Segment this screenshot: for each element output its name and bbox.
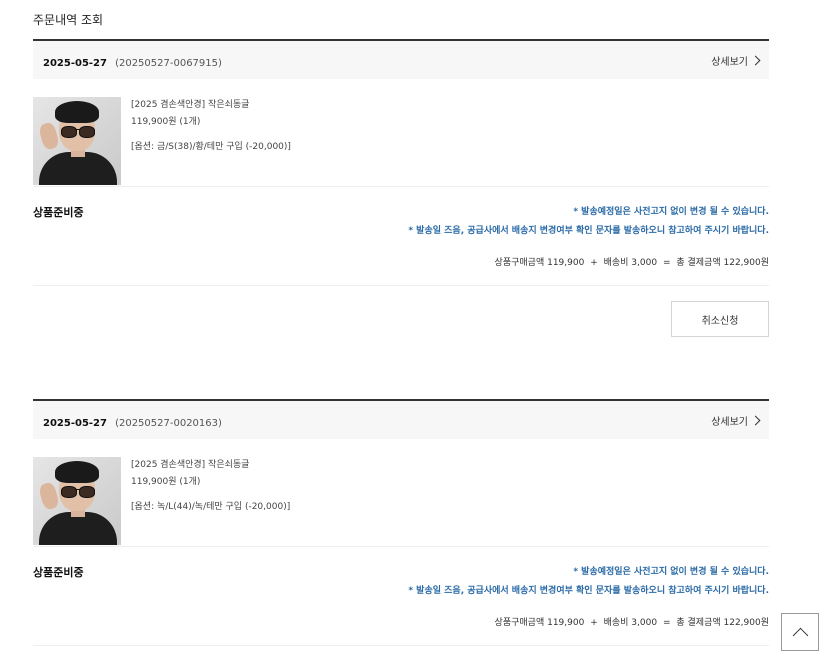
product-option: [옵션: 금/S(38)/황/테만 구입 (-20,000)]: [131, 142, 291, 152]
order-date: 2025-05-27: [43, 57, 107, 69]
payment-summary: 상품구매금액 119,900 + 배송비 3,000 = 총 결제금액 122,…: [492, 255, 769, 268]
product-name[interactable]: [2025 겸손색안경] 작은쇠동글: [131, 97, 291, 114]
product-row: [2025 겸손색안경] 작은쇠동글 119,900원 (1개) [옵션: 녹/…: [33, 439, 769, 547]
cancel-request-button[interactable]: 취소신청: [671, 301, 769, 337]
order-number: (20250527-0020163): [115, 417, 222, 429]
chevron-right-icon: [750, 55, 761, 65]
product-row: [2025 겸손색안경] 작은쇠동글 119,900원 (1개) [옵션: 금/…: [33, 79, 769, 187]
shipping-notice-2: * 발송일 즈음, 공급사에서 배송지 변경여부 확인 문자를 발송하오니 참고…: [408, 226, 769, 236]
plus-sign: +: [590, 618, 598, 628]
product-info: [2025 겸손색안경] 작은쇠동글 119,900원 (1개) [옵션: 녹/…: [131, 457, 290, 546]
product-thumbnail[interactable]: [33, 97, 121, 185]
button-row: 취소신청: [33, 286, 769, 346]
chevron-right-icon: [750, 415, 761, 425]
order-block: 2025-05-27 (20250527-0020163) 상세보기 [2025…: [33, 399, 769, 646]
page-title: 주문내역 조회: [33, 13, 104, 27]
order-status: 상품준비중: [33, 206, 84, 219]
order-id: 2025-05-27 (20250527-0067915): [43, 51, 222, 70]
equals-sign: =: [662, 258, 671, 268]
status-row: 상품준비중 * 발송예정일은 사전고지 없이 변경 될 수 있습니다. * 발송…: [33, 187, 769, 286]
product-name[interactable]: [2025 겸손색안경] 작은쇠동글: [131, 457, 290, 474]
product-thumbnail[interactable]: [33, 457, 121, 545]
order-header: 2025-05-27 (20250527-0020163) 상세보기: [33, 399, 769, 439]
order-status: 상품준비중: [33, 566, 84, 579]
scroll-top-button[interactable]: [781, 613, 819, 651]
detail-link[interactable]: 상세보기: [711, 53, 761, 68]
order-date: 2025-05-27: [43, 417, 107, 429]
shipping-notice-1: * 발송예정일은 사전고지 없이 변경 될 수 있습니다.: [573, 567, 769, 577]
order-header: 2025-05-27 (20250527-0067915) 상세보기: [33, 39, 769, 79]
payment-summary: 상품구매금액 119,900 + 배송비 3,000 = 총 결제금액 122,…: [492, 615, 769, 628]
shipping-notice-1: * 발송예정일은 사전고지 없이 변경 될 수 있습니다.: [573, 207, 769, 217]
detail-link-label: 상세보기: [711, 416, 748, 428]
shipping-fee: 배송비 3,000: [603, 258, 658, 268]
product-info: [2025 겸손색안경] 작은쇠동글 119,900원 (1개) [옵션: 금/…: [131, 97, 291, 186]
shipping-notice-2: * 발송일 즈음, 공급사에서 배송지 변경여부 확인 문자를 발송하오니 참고…: [408, 586, 769, 596]
product-option: [옵션: 녹/L(44)/녹/테만 구입 (-20,000)]: [131, 502, 291, 512]
product-amount: 상품구매금액 119,900: [494, 258, 585, 268]
order-id: 2025-05-27 (20250527-0020163): [43, 411, 222, 430]
detail-link-label: 상세보기: [711, 56, 748, 68]
product-price-qty: 119,900원 (1개): [131, 117, 201, 127]
product-price-qty: 119,900원 (1개): [131, 477, 201, 487]
order-block: 2025-05-27 (20250527-0067915) 상세보기 [2025…: [33, 39, 769, 346]
product-amount: 상품구매금액 119,900: [494, 618, 585, 628]
chevron-up-icon: [792, 627, 808, 643]
detail-link[interactable]: 상세보기: [711, 413, 761, 428]
total-amount: 총 결제금액 122,900원: [676, 258, 769, 268]
order-number: (20250527-0067915): [115, 57, 222, 69]
status-row: 상품준비중 * 발송예정일은 사전고지 없이 변경 될 수 있습니다. * 발송…: [33, 547, 769, 646]
equals-sign: =: [662, 618, 671, 628]
total-amount: 총 결제금액 122,900원: [676, 618, 769, 628]
shipping-fee: 배송비 3,000: [603, 618, 658, 628]
plus-sign: +: [590, 258, 598, 268]
